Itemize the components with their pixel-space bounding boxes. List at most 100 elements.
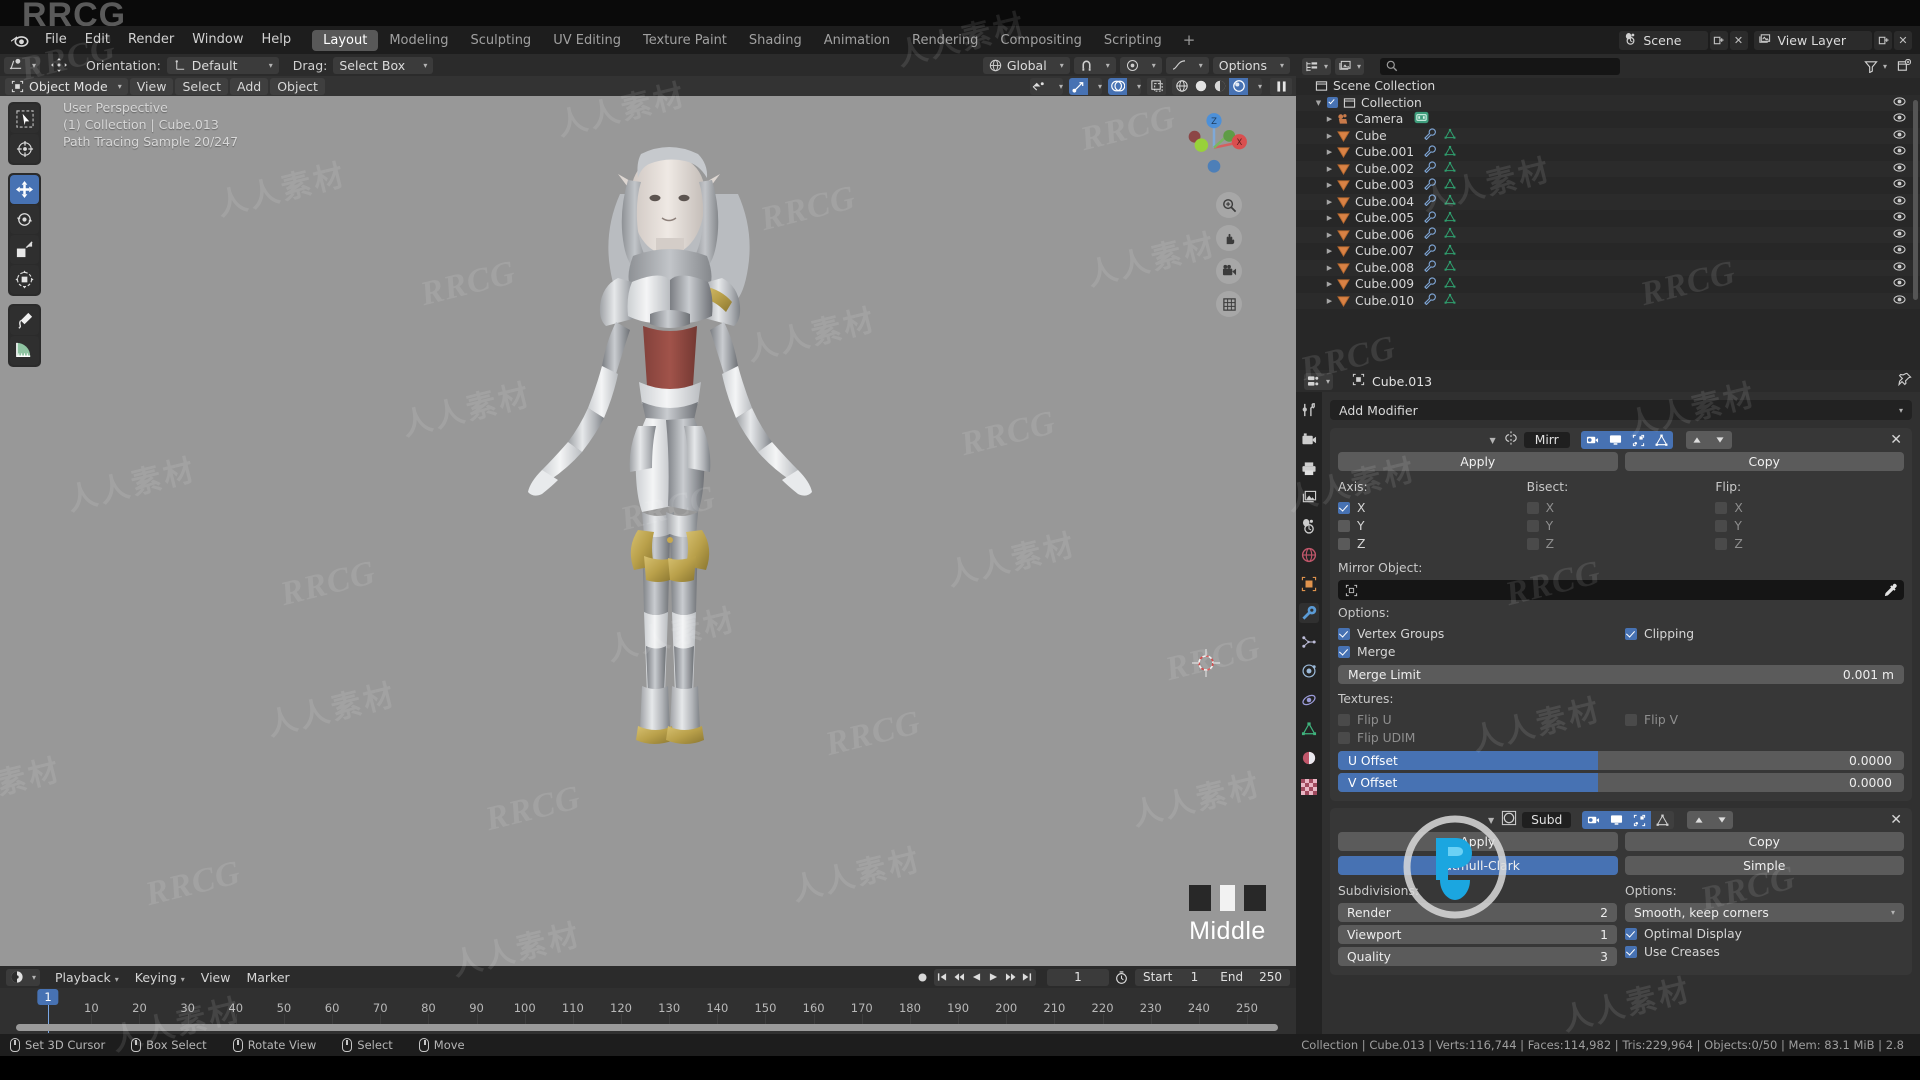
copy-button[interactable]: Copy (1624, 832, 1904, 851)
mesh-data-icon[interactable] (1444, 145, 1456, 160)
v-offset-field[interactable]: V Offset 0.0000 (1338, 773, 1904, 792)
expand-triangle-icon[interactable]: ▶ (1324, 181, 1335, 189)
on-cage-toggle[interactable] (1651, 811, 1675, 829)
material-tab[interactable] (1299, 748, 1319, 768)
visibility-eye-icon[interactable] (1893, 261, 1906, 275)
move-up-button[interactable] (1687, 811, 1711, 829)
uv-smooth-dropdown[interactable]: Smooth, keep corners ▾ (1625, 903, 1904, 922)
frame-range-fields[interactable]: Start 1 End 250 (1134, 968, 1290, 986)
bisect-z-row[interactable]: Z (1526, 535, 1716, 553)
current-frame-field[interactable]: 1 (1046, 968, 1109, 986)
collection-checkbox[interactable] (1324, 97, 1341, 109)
jump-end-icon[interactable] (1018, 968, 1036, 986)
outliner-editor-type-button[interactable]: ▾ (1302, 57, 1332, 75)
tab-modeling[interactable]: Modeling (378, 30, 459, 51)
auto-keying-icon[interactable] (1112, 969, 1132, 986)
properties-editor-type-button[interactable]: ▾ (1304, 372, 1334, 390)
next-keyframe-icon[interactable] (1001, 968, 1019, 986)
outliner-filter-dropdown[interactable]: ▾ (1861, 58, 1890, 75)
expand-triangle-icon[interactable]: ▶ (1324, 214, 1335, 222)
mesh-data-icon[interactable] (1444, 293, 1456, 308)
navigation-gizmo[interactable]: Z X (1176, 108, 1252, 184)
bisect-y-row[interactable]: Y (1526, 517, 1716, 535)
add-workspace-button[interactable]: + (1173, 29, 1206, 51)
3d-viewport[interactable]: User Perspective (1) Collection | Cube.0… (0, 96, 1296, 966)
wrench-icon[interactable] (1424, 211, 1436, 226)
move-up-button[interactable] (1685, 431, 1709, 449)
new-view-layer-button[interactable] (1874, 30, 1892, 50)
clipping-row[interactable]: Clipping (1625, 625, 1904, 643)
overlays-icon[interactable] (1108, 77, 1127, 95)
gizmo-icon[interactable] (1069, 77, 1088, 95)
outliner-row-cube-003[interactable]: ▶ Cube.003 (1296, 177, 1920, 194)
clipping-checkbox[interactable] (1625, 628, 1637, 640)
outliner-row-cube-006[interactable]: ▶ Cube.006 (1296, 226, 1920, 243)
shading-dropdown[interactable]: ▾ (1248, 77, 1262, 95)
render-toggle[interactable] (1580, 431, 1604, 449)
outliner-row-cube-007[interactable]: ▶ Cube.007 (1296, 243, 1920, 260)
axis-y-checkbox[interactable] (1338, 520, 1350, 532)
tab-rendering[interactable]: Rendering (901, 30, 989, 51)
tool-tab[interactable] (1299, 400, 1319, 420)
orientation-dropdown[interactable]: Default ▾ (166, 56, 279, 74)
outliner-display-mode-dropdown[interactable]: ▾ (1335, 57, 1365, 75)
expand-triangle-icon[interactable]: ▶ (1324, 132, 1335, 140)
tab-shading[interactable]: Shading (738, 30, 813, 51)
transform-orientation-global[interactable]: Global ▾ (982, 56, 1070, 74)
expand-triangle-icon[interactable]: ▶ (1324, 198, 1335, 206)
visibility-eye-icon[interactable] (1893, 195, 1906, 209)
prev-keyframe-icon[interactable] (950, 968, 968, 986)
axis-x-checkbox[interactable] (1338, 502, 1350, 514)
record-icon[interactable] (914, 969, 931, 986)
realtime-toggle[interactable] (1603, 431, 1627, 449)
outliner-row-cube-001[interactable]: ▶ Cube.001 (1296, 144, 1920, 161)
mesh-data-icon[interactable] (1444, 211, 1456, 226)
mesh-data-icon[interactable] (1444, 178, 1456, 193)
visibility-eye-icon[interactable] (1893, 96, 1906, 110)
tab-animation[interactable]: Animation (813, 30, 901, 51)
play-icon[interactable] (984, 968, 1002, 986)
visibility-eye-icon[interactable] (1893, 244, 1906, 258)
visibility-eye-icon[interactable] (1893, 112, 1906, 126)
delete-mirror-modifier-button[interactable]: ✕ (1890, 432, 1906, 448)
visibility-eye-icon[interactable] (1893, 145, 1906, 159)
view-layer-selector[interactable]: View Layer (1753, 30, 1872, 50)
pause-render-icon[interactable] (1270, 77, 1292, 95)
flip-z-checkbox[interactable] (1715, 538, 1728, 550)
tab-uv-editing[interactable]: UV Editing (542, 30, 632, 51)
snapping-toggle[interactable]: ▾ (1073, 56, 1116, 74)
unlink-scene-button[interactable]: ✕ (1729, 30, 1748, 50)
timeline-menu-keying[interactable]: Keying ▾ (128, 969, 192, 986)
wrench-icon[interactable] (1424, 277, 1436, 292)
pin-icon[interactable] (1898, 372, 1912, 390)
world-tab[interactable] (1299, 545, 1319, 565)
vertex-groups-checkbox[interactable] (1338, 628, 1350, 640)
constraints-tab[interactable] (1299, 690, 1319, 710)
render-toggle[interactable] (1582, 811, 1606, 829)
outliner-row-cube[interactable]: ▶ Cube (1296, 127, 1920, 144)
menu-render[interactable]: Render (119, 29, 183, 51)
mesh-data-icon[interactable] (1444, 260, 1456, 275)
use-creases-checkbox[interactable] (1625, 946, 1637, 958)
apply-button[interactable]: Apply (1338, 452, 1618, 471)
timeline-menu-marker[interactable]: Marker (239, 969, 296, 986)
outliner-row-collection[interactable]: ▼ Collection (1296, 94, 1920, 111)
rotate-tool[interactable] (10, 205, 39, 234)
timeline-menu-playback[interactable]: Playback ▾ (48, 969, 126, 986)
tab-compositing[interactable]: Compositing (989, 30, 1093, 51)
tweak-select-tool[interactable] (10, 104, 39, 133)
mesh-data-icon[interactable] (1444, 227, 1456, 242)
drag-dropdown[interactable]: Select Box ▾ (333, 56, 434, 74)
scene-selector[interactable]: Scene (1619, 30, 1708, 50)
visibility-dropdown[interactable]: ▾ (1049, 77, 1063, 95)
solid-shading-icon[interactable] (1191, 77, 1210, 95)
outliner-row-camera[interactable]: ▶ Camera (1296, 111, 1920, 128)
flip-v-checkbox[interactable] (1625, 714, 1637, 726)
expand-triangle-icon[interactable]: ▼ (1313, 99, 1324, 107)
bisect-x-row[interactable]: X (1526, 499, 1716, 517)
viewport-subdiv-field[interactable]: Viewport 1 (1338, 925, 1617, 944)
expand-triangle-icon[interactable]: ▶ (1324, 297, 1335, 305)
modifier-tab[interactable] (1299, 603, 1319, 623)
outliner-row-cube-008[interactable]: ▶ Cube.008 (1296, 259, 1920, 276)
particles-tab[interactable] (1299, 632, 1319, 652)
